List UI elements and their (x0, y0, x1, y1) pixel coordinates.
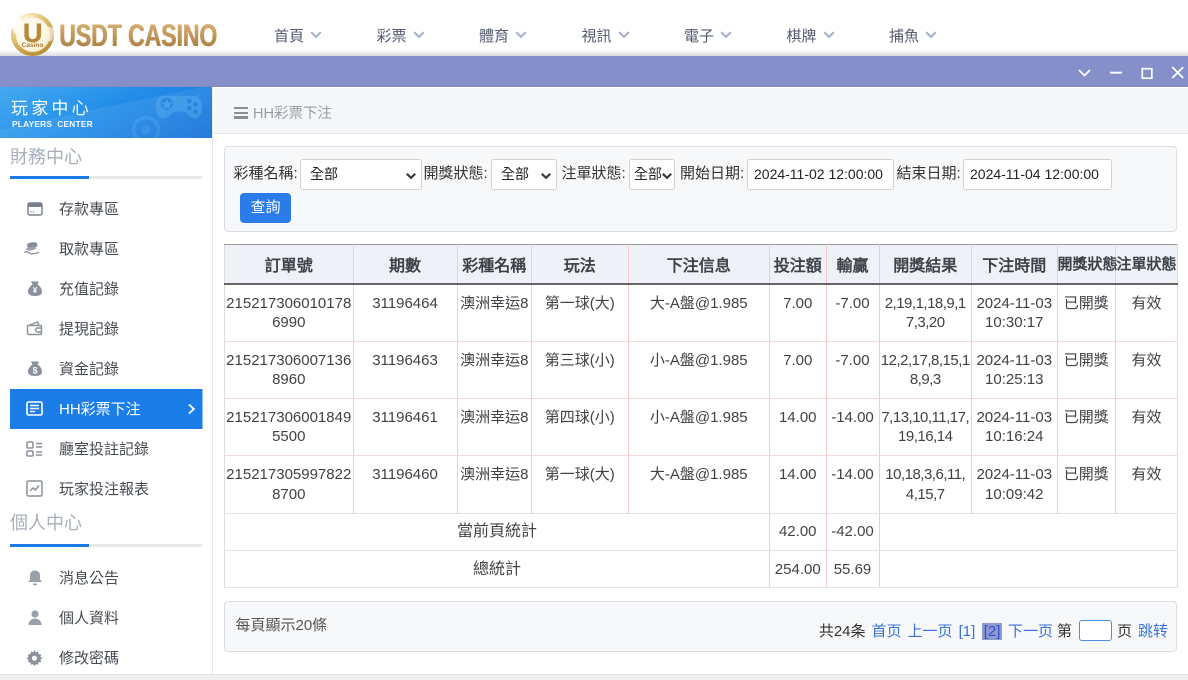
svg-text:$: $ (32, 366, 37, 376)
svg-text:¥: ¥ (32, 286, 37, 295)
